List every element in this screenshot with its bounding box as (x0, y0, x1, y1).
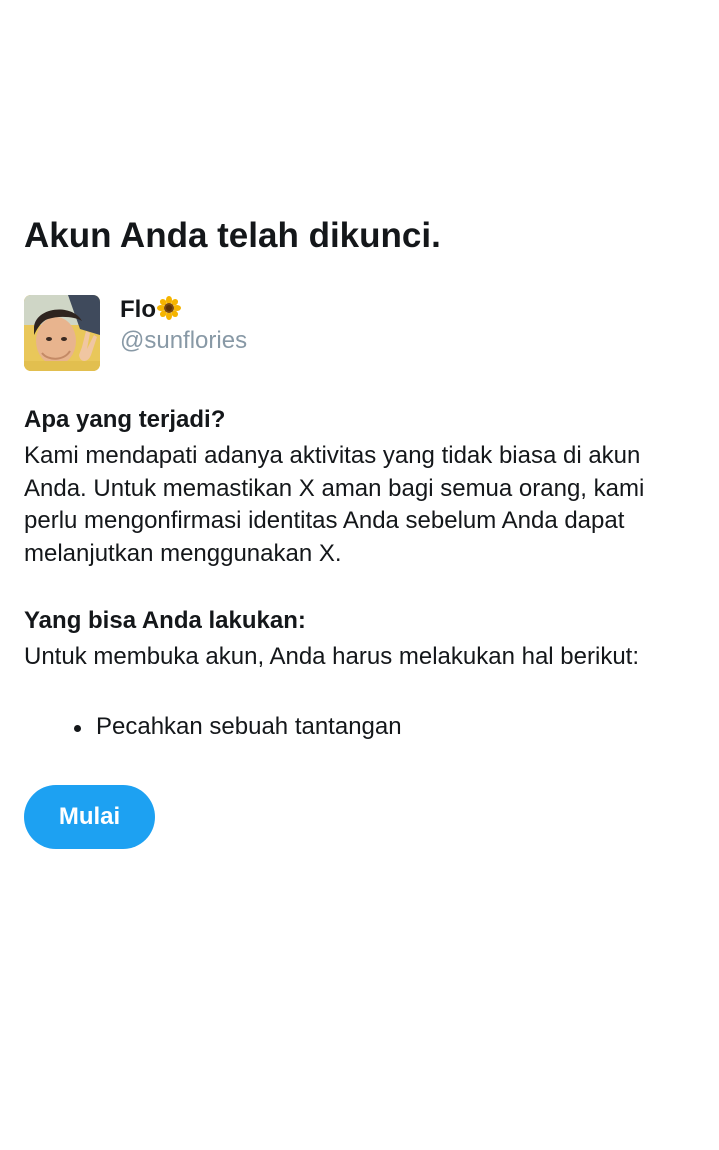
display-name-row: Flo (120, 295, 181, 325)
step-label: Pecahkan sebuah tantangan (96, 713, 402, 740)
user-card: Flo @sunflories (24, 295, 424, 371)
what-happened-heading: Apa yang terjadi? (24, 406, 226, 433)
bullet-icon (74, 725, 81, 732)
what-you-can-do-heading: Yang bisa Anda lakukan: (24, 607, 306, 634)
list-item: Pecahkan sebuah tantangan (24, 711, 402, 743)
page-title: Akun Anda telah dikunci. (24, 216, 441, 255)
what-happened-text: Kami mendapati adanya aktivitas yang tid… (24, 442, 645, 567)
start-button[interactable]: Mulai (24, 785, 155, 849)
avatar-image (24, 295, 100, 371)
what-you-can-do-text: Untuk membuka akun, Anda harus melakukan… (24, 643, 640, 670)
display-name: Flo (120, 296, 156, 323)
steps-list: Pecahkan sebuah tantangan (24, 711, 402, 743)
user-handle: @sunflories (120, 327, 248, 354)
sunflower-icon (157, 296, 181, 320)
avatar (24, 295, 100, 371)
